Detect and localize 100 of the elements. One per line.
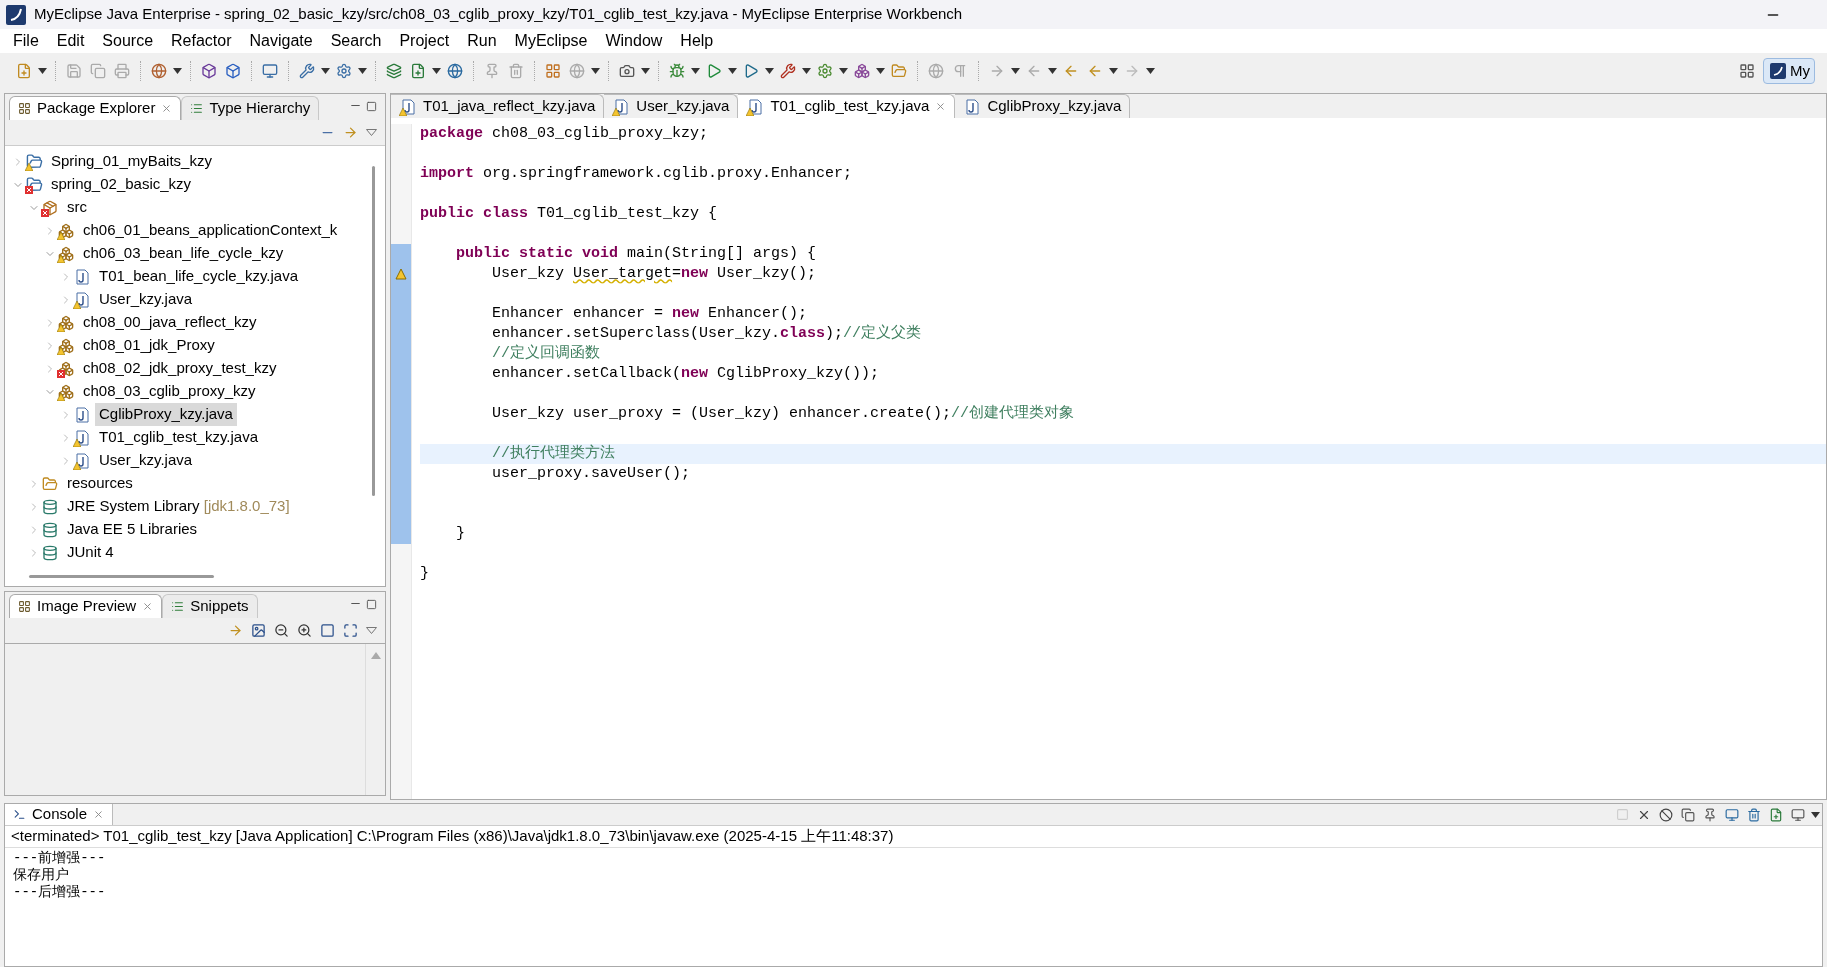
horizontal-scrollbar[interactable] [29,575,214,578]
dropdown-caret-icon[interactable] [173,68,182,74]
tree-item[interactable]: ch06_03_bean_life_cycle_kzy [79,242,288,265]
clear-icon[interactable] [1747,807,1761,822]
editor-tab[interactable]: CglibProxy_kzy.java [955,94,1131,118]
menu-item[interactable]: Project [390,29,459,53]
dropdown-caret-icon[interactable] [321,68,330,74]
save-icon[interactable] [66,63,82,79]
pilcrow-icon[interactable] [952,63,968,79]
editor-tab[interactable]: T01_cglib_test_kzy.java [738,94,956,118]
maximize-icon[interactable] [366,101,377,112]
run-icon[interactable] [743,63,759,79]
dropdown-caret-icon[interactable] [432,68,441,74]
dropdown-caret-icon[interactable] [641,68,650,74]
monitor-icon[interactable] [1791,807,1805,822]
bug-icon[interactable] [669,63,685,79]
tree-item[interactable]: User_kzy.java [95,449,197,472]
tree-item[interactable]: ch08_02_jdk_proxy_test_kzy [79,357,281,380]
layers-icon[interactable] [386,63,402,79]
open-folder-icon[interactable] [891,63,907,79]
gear-icon[interactable] [817,63,833,79]
trash-icon[interactable] [508,63,524,79]
wrench-icon[interactable] [299,63,315,79]
menu-item[interactable]: Window [596,29,672,53]
server-icon[interactable] [262,63,278,79]
cube-icon[interactable] [201,63,217,79]
link-icon[interactable] [228,623,243,638]
tree-item[interactable]: ch08_03_cglib_proxy_kzy [79,380,260,403]
panel-tab[interactable]: Snippets [162,594,258,618]
menu-item[interactable]: Run [458,29,506,53]
file-icon[interactable] [410,63,426,79]
tree-item[interactable]: CglibProxy_kzy.java [95,403,237,426]
scroll-up-arrow-icon[interactable] [370,652,381,659]
dropdown-caret-icon[interactable] [691,68,700,74]
camera-icon[interactable] [619,63,635,79]
dropdown-caret-icon[interactable] [591,68,600,74]
menu-item[interactable]: Edit [47,29,94,53]
run-icon[interactable] [706,63,722,79]
tree-item[interactable]: JRE System Library [jdk1.8.0_73] [63,495,294,518]
close-icon[interactable] [93,809,105,820]
menu-item[interactable]: Search [321,29,391,53]
dropdown-caret-icon[interactable] [38,68,47,74]
dropdown-caret-icon[interactable] [839,68,848,74]
dropdown-caret-icon[interactable] [1146,68,1155,74]
gear-icon[interactable] [336,63,352,79]
save-all-icon[interactable] [90,63,106,79]
close-icon[interactable] [161,103,173,114]
remove-all-icon[interactable] [1659,807,1673,822]
menu-item[interactable]: Source [93,29,163,53]
dropdown-caret-icon[interactable] [1011,68,1020,74]
editor-tab[interactable]: T01_java_reflect_kzy.java [391,94,605,118]
tree-item[interactable]: resources [63,472,137,495]
dropdown-caret-icon[interactable] [728,68,737,74]
panel-tab[interactable]: Type Hierarchy [181,96,320,120]
globe-icon[interactable] [151,63,167,79]
editor-tab[interactable]: User_kzy.java [604,94,739,118]
console-tab[interactable]: Console [5,804,114,825]
dropdown-caret-icon[interactable] [1048,68,1057,74]
last-edit-icon[interactable] [1063,63,1079,79]
display-icon[interactable] [1725,807,1739,822]
back-icon[interactable] [1087,63,1103,79]
tree-item[interactable]: spring_02_basic_kzy [47,173,196,196]
dropdown-caret-icon[interactable] [1109,68,1118,74]
tree-item[interactable]: JUnit 4 [63,541,118,564]
tree-item[interactable]: Spring_01_myBaits_kzy [47,150,216,173]
tree-item[interactable]: T01_bean_life_cycle_kzy.java [95,265,302,288]
perspective-button[interactable]: My [1763,58,1815,84]
menu-item[interactable]: Help [671,29,723,53]
close-icon[interactable] [935,101,947,112]
dropdown-caret-icon[interactable] [802,68,811,74]
menu-item[interactable]: Navigate [240,29,322,53]
tree-item[interactable]: T01_cglib_test_kzy.java [95,426,262,449]
image-icon[interactable] [251,623,266,638]
menu-item[interactable]: File [4,29,48,53]
tree-item[interactable]: User_kzy.java [95,288,197,311]
vertical-scrollbar[interactable] [372,166,375,496]
pin-icon[interactable] [1703,807,1717,822]
maximize-icon[interactable] [366,599,377,610]
tree-item[interactable]: Java EE 5 Libraries [63,518,202,541]
dropdown-caret-icon[interactable] [765,68,774,74]
fit-icon[interactable] [343,623,358,638]
tree-item[interactable]: src [63,196,91,219]
actual-size-icon[interactable] [320,623,335,638]
panel-tab[interactable]: Package Explorer [9,96,182,120]
menu-item[interactable]: Refactor [162,29,241,53]
tree-item[interactable]: ch08_01_jdk_Proxy [79,334,219,357]
new-file-icon[interactable] [16,63,32,79]
print-icon[interactable] [114,63,130,79]
boxes-icon[interactable] [854,63,870,79]
view-menu-icon[interactable] [366,129,377,136]
close-icon[interactable] [142,601,154,612]
menu-item[interactable]: MyEclipse [505,29,597,53]
cube-icon[interactable] [225,63,241,79]
zoom-in-icon[interactable] [297,623,312,638]
globe-icon[interactable] [447,63,463,79]
dropdown-caret-icon[interactable] [358,68,367,74]
copy-icon[interactable] [1681,807,1695,822]
new-console-icon[interactable] [1769,807,1783,822]
zoom-out-icon[interactable] [274,623,289,638]
tree-item[interactable]: ch06_01_beans_applicationContext_k [79,219,342,242]
